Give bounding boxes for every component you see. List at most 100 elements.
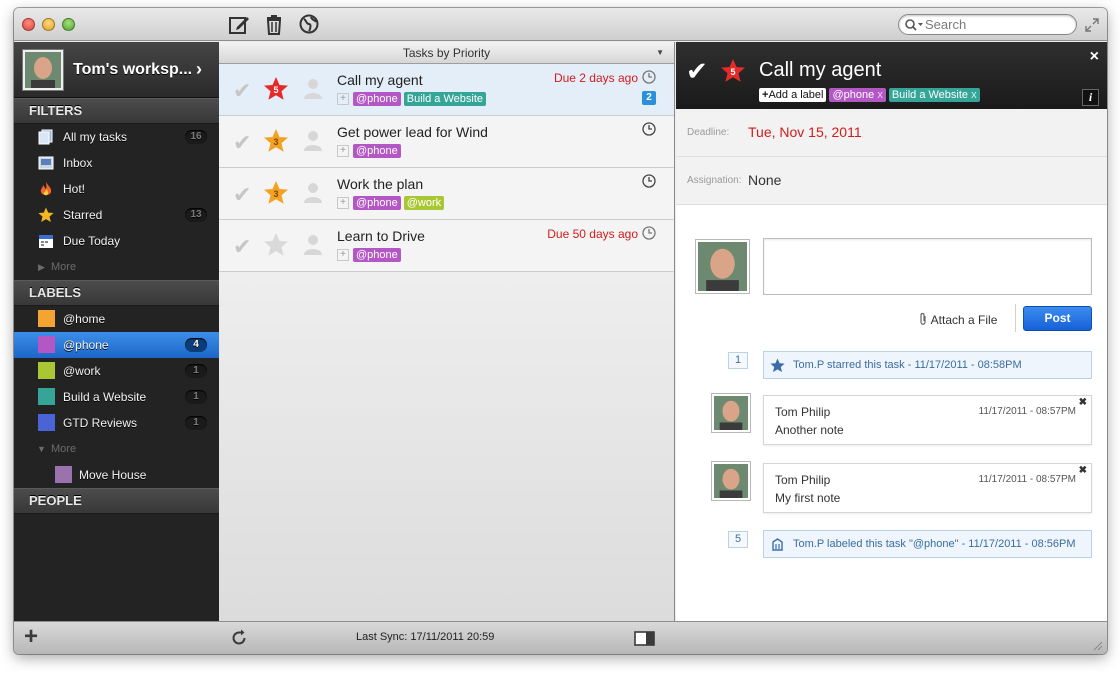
fire-icon	[40, 182, 52, 196]
add-label-button[interactable]: +Add a label	[759, 88, 827, 102]
sidebar-item-label: Move House	[79, 468, 147, 482]
minimize-window-button[interactable]	[42, 18, 55, 31]
clock-icon[interactable]	[642, 122, 656, 136]
search-field[interactable]	[898, 14, 1077, 35]
clock-icon[interactable]	[642, 226, 656, 240]
priority-star-icon[interactable]: 3	[263, 128, 289, 154]
task-label-chip[interactable]: @work	[403, 196, 445, 210]
add-label-text: Add a label	[768, 89, 824, 101]
sidebar-item-hot[interactable]: Hot!	[14, 176, 219, 202]
deadline-field[interactable]: Deadline: Tue, Nov 15, 2011	[676, 109, 1107, 157]
sidebar-item-label-work[interactable]: @work 1	[14, 358, 219, 384]
dropdown-arrow-icon: ▼	[656, 48, 664, 57]
sort-menu[interactable]: Tasks by Priority ▼	[219, 42, 674, 64]
comment-textarea[interactable]	[763, 238, 1092, 295]
close-detail-icon[interactable]: ×	[1090, 48, 1099, 66]
task-label-chip[interactable]: @phone	[353, 248, 401, 262]
task-title: Get power lead for Wind	[337, 124, 488, 140]
user-photo-icon	[25, 52, 61, 88]
close-window-button[interactable]	[22, 18, 35, 31]
assignation-value[interactable]: None	[748, 172, 781, 188]
assignee-person-icon[interactable]	[303, 234, 323, 256]
label-color-swatch	[38, 388, 55, 405]
task-detail-labels: +Add a label @phone x Build a Website x	[759, 88, 980, 102]
sidebar-item-inbox[interactable]: Inbox	[14, 150, 219, 176]
deadline-value[interactable]: Tue, Nov 15, 2011	[748, 124, 862, 140]
add-plus-icon[interactable]: +	[24, 624, 38, 650]
remove-label-x-icon[interactable]: x	[971, 89, 977, 101]
clock-icon[interactable]	[642, 70, 656, 84]
task-row[interactable]: ✔ 3 Get power lead for Wind + @phone	[219, 116, 674, 168]
sidebar-item-due-today[interactable]: Due Today	[14, 228, 219, 254]
remove-label-x-icon[interactable]: x	[877, 89, 883, 101]
refresh-icon[interactable]	[230, 629, 248, 647]
delete-comment-x-icon[interactable]: ✖	[1079, 465, 1087, 476]
sidebar-item-label-move-house[interactable]: Move House	[14, 462, 219, 488]
sidebar: Tom's worksp... › FILTERS All my tasks 1…	[14, 42, 219, 621]
task-title: Work the plan	[337, 176, 424, 192]
task-row[interactable]: ✔ Learn to Drive + @phone Due 50 days ag…	[219, 220, 674, 272]
task-label-chip[interactable]: @phone	[353, 144, 401, 158]
documents-icon	[38, 129, 53, 145]
workspace-switcher[interactable]: Tom's worksp... ›	[14, 42, 219, 98]
attach-file-button[interactable]: Attach a File	[918, 311, 997, 329]
add-label-plus-icon[interactable]: +	[337, 197, 349, 209]
priority-star-icon[interactable]: 5	[263, 76, 289, 102]
complete-checkmark-icon[interactable]: ✔	[233, 234, 251, 260]
resize-grip-icon[interactable]	[1091, 639, 1103, 651]
label-chip-build-a-website[interactable]: Build a Website x	[888, 88, 980, 102]
user-photo-icon	[698, 242, 747, 291]
assignation-field[interactable]: Assignation: None	[676, 157, 1107, 205]
task-row[interactable]: ✔ 5 Call my agent + @phone Build a Websi…	[219, 64, 674, 116]
bottom-toolbar: + Last Sync: 17/11/2011 20:59	[14, 621, 1107, 654]
attach-file-label: Attach a File	[930, 313, 998, 327]
labels-more-toggle[interactable]: ▼ More	[14, 436, 219, 462]
assignee-person-icon[interactable]	[303, 130, 323, 152]
delete-task-button[interactable]	[262, 14, 286, 36]
sidebar-item-label-gtd-reviews[interactable]: GTD Reviews 1	[14, 410, 219, 436]
zoom-window-button[interactable]	[62, 18, 75, 31]
sidebar-item-label-phone[interactable]: @phone 4	[14, 332, 219, 358]
sidebar-item-starred[interactable]: Starred 13	[14, 202, 219, 228]
priority-star-icon[interactable]: 3	[263, 180, 289, 206]
event-number: 5	[728, 531, 748, 548]
task-title[interactable]: Call my agent	[759, 59, 881, 82]
complete-checkmark-icon[interactable]: ✔	[233, 78, 251, 104]
assignee-person-icon[interactable]	[303, 78, 323, 100]
assignee-person-icon[interactable]	[303, 182, 323, 204]
comment-timestamp: 11/17/2011 - 08:57PM	[978, 406, 1076, 417]
fullscreen-icon[interactable]	[1085, 18, 1099, 32]
post-button[interactable]: Post	[1023, 306, 1092, 331]
sidebar-item-label-build-a-website[interactable]: Build a Website 1	[14, 384, 219, 410]
sidebar-item-label: @home	[63, 312, 106, 326]
add-label-plus-icon[interactable]: +	[337, 93, 349, 105]
sync-web-button[interactable]	[297, 14, 321, 36]
toggle-detail-pane-icon[interactable]	[634, 631, 655, 646]
complete-checkmark-icon[interactable]: ✔	[233, 130, 251, 156]
sidebar-item-label-home[interactable]: @home	[14, 306, 219, 332]
complete-checkmark-icon[interactable]: ✔	[233, 182, 251, 208]
label-chip-phone[interactable]: @phone x	[829, 88, 886, 102]
complete-checkmark-icon[interactable]: ✔	[686, 56, 708, 87]
add-label-plus-icon[interactable]: +	[337, 249, 349, 261]
trash-icon	[266, 15, 282, 35]
task-label-chip[interactable]: @phone	[353, 196, 401, 210]
search-input[interactable]	[925, 17, 1070, 32]
new-task-button[interactable]	[227, 14, 251, 36]
task-label-chip[interactable]: Build a Website	[403, 92, 486, 106]
comment-count-badge: 2	[642, 91, 656, 105]
task-label-chip[interactable]: @phone	[353, 92, 401, 106]
info-button[interactable]: i	[1082, 89, 1099, 106]
filters-more-toggle[interactable]: ▶ More	[14, 254, 219, 280]
clock-icon[interactable]	[642, 174, 656, 188]
priority-star-icon[interactable]	[263, 232, 289, 258]
priority-star-icon[interactable]: 5	[720, 58, 746, 84]
task-row[interactable]: ✔ 3 Work the plan + @phone @work	[219, 168, 674, 220]
priority-number: 3	[273, 137, 278, 147]
labels-heading: LABELS	[14, 280, 219, 306]
more-label: More	[51, 261, 77, 273]
sidebar-item-all-my-tasks[interactable]: All my tasks 16	[14, 124, 219, 150]
add-label-plus-icon[interactable]: +	[337, 145, 349, 157]
delete-comment-x-icon[interactable]: ✖	[1079, 397, 1087, 408]
sidebar-item-label: All my tasks	[63, 130, 128, 144]
